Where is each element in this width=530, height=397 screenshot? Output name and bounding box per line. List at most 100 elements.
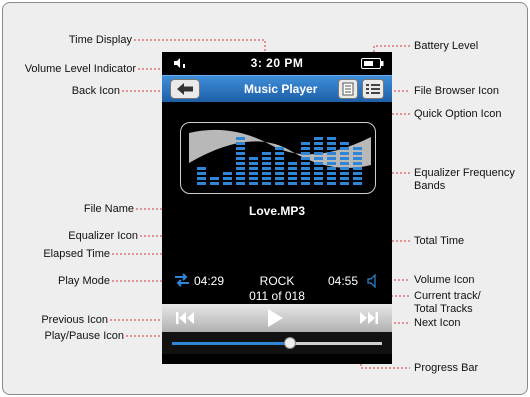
eq-band-segment — [249, 157, 258, 160]
file-browser-icon[interactable] — [362, 79, 384, 99]
label-file-name: File Name — [83, 203, 134, 215]
screen-title: Music Player — [244, 82, 318, 96]
total-time: 04:55 — [328, 274, 359, 288]
eq-band-segment — [314, 162, 323, 165]
eq-band-segment — [353, 147, 362, 150]
eq-band-segment — [301, 177, 310, 180]
eq-band-segment — [236, 152, 245, 155]
eq-band-segment — [288, 167, 297, 170]
eq-band-segment — [236, 157, 245, 160]
eq-band-segment — [249, 182, 258, 185]
eq-band-segment — [301, 142, 310, 145]
eq-band-segment — [249, 162, 258, 165]
eq-band-segment — [301, 172, 310, 175]
eq-band-segment — [301, 147, 310, 150]
eq-band-segment — [236, 137, 245, 140]
eq-band-segment — [327, 172, 336, 175]
eq-band-segment — [314, 152, 323, 155]
label-current-track-line2: Total Tracks — [414, 303, 473, 315]
eq-band-segment — [288, 177, 297, 180]
eq-band-segment — [327, 157, 336, 160]
label-battery-level: Battery Level — [414, 40, 479, 52]
eq-band-segment — [288, 182, 297, 185]
eq-band-segment — [353, 162, 362, 165]
eq-band-segment — [340, 167, 349, 170]
eq-band-segment — [249, 172, 258, 175]
previous-icon[interactable] — [176, 311, 196, 325]
label-previous-icon: Previous Icon — [41, 314, 108, 326]
play-pause-icon[interactable] — [265, 308, 285, 328]
eq-band-segment — [236, 172, 245, 175]
eq-band-segment — [340, 177, 349, 180]
eq-band-segment — [314, 137, 323, 140]
quick-option-icon[interactable] — [338, 79, 358, 99]
eq-band-segment — [236, 167, 245, 170]
eq-band-segment — [327, 142, 336, 145]
eq-band-segment — [275, 147, 284, 150]
equalizer-display — [180, 122, 376, 194]
eq-band-segment — [223, 177, 232, 180]
label-next-icon: Next Icon — [414, 317, 461, 329]
eq-band-segment — [340, 157, 349, 160]
time-display: 3: 20 PM — [250, 56, 304, 70]
eq-band-segment — [301, 182, 310, 185]
eq-band-segment — [236, 177, 245, 180]
label-file-browser-icon: File Browser Icon — [414, 85, 499, 97]
eq-band-segment — [301, 162, 310, 165]
label-time-display: Time Display — [68, 34, 132, 46]
eq-band-segment — [340, 182, 349, 185]
eq-band-segment — [262, 172, 271, 175]
progress-fill — [172, 342, 290, 345]
eq-band-segment — [262, 182, 271, 185]
eq-band-segment — [340, 172, 349, 175]
track-info: 011 of 018 — [249, 289, 305, 303]
eq-band-segment — [314, 142, 323, 145]
eq-band-segment — [314, 157, 323, 160]
eq-band-segment — [223, 172, 232, 175]
label-quick-option-icon: Quick Option Icon — [414, 108, 502, 120]
label-current-track-line1: Current track/ — [414, 290, 481, 302]
eq-band-segment — [353, 177, 362, 180]
eq-band-segment — [314, 172, 323, 175]
eq-band-segment — [262, 162, 271, 165]
player-screen: 3: 20 PM Music Player Love.MP3 04:29 ROC… — [162, 52, 392, 364]
eq-band-segment — [340, 147, 349, 150]
eq-band-segment — [340, 142, 349, 145]
eq-band-segment — [197, 167, 206, 170]
progress-bar[interactable] — [162, 332, 392, 354]
eq-band-segment — [353, 182, 362, 185]
eq-band-segment — [197, 177, 206, 180]
eq-band-segment — [301, 157, 310, 160]
label-eq-bands-line2: Bands — [414, 180, 446, 192]
eq-band-segment — [210, 182, 219, 185]
back-icon[interactable] — [170, 79, 200, 99]
label-volume-icon: Volume Icon — [414, 274, 475, 286]
eq-band-segment — [262, 177, 271, 180]
eq-band-segment — [327, 167, 336, 170]
eq-band-segment — [275, 182, 284, 185]
eq-band-segment — [210, 177, 219, 180]
label-equalizer-icon: Equalizer Icon — [68, 230, 138, 242]
label-play-mode: Play Mode — [58, 275, 110, 287]
eq-band-segment — [340, 152, 349, 155]
eq-band-segment — [327, 137, 336, 140]
next-icon[interactable] — [358, 311, 378, 325]
volume-icon[interactable] — [367, 274, 379, 288]
eq-band-segment — [353, 157, 362, 160]
status-bar: 3: 20 PM — [162, 52, 392, 74]
eq-band-segment — [197, 172, 206, 175]
eq-band-segment — [327, 147, 336, 150]
eq-band-segment — [314, 177, 323, 180]
eq-band-segment — [275, 167, 284, 170]
label-elapsed-time: Elapsed Time — [43, 248, 110, 260]
battery-icon — [361, 58, 384, 69]
eq-band-segment — [197, 182, 206, 185]
eq-band-segment — [340, 162, 349, 165]
label-total-time: Total Time — [414, 235, 465, 247]
label-volume-level-indicator: Volume Level Indicator — [24, 63, 136, 75]
eq-band-segment — [236, 142, 245, 145]
eq-band-segment — [262, 152, 271, 155]
eq-band-segment — [327, 162, 336, 165]
progress-knob[interactable] — [283, 337, 296, 349]
eq-band-segment — [353, 152, 362, 155]
